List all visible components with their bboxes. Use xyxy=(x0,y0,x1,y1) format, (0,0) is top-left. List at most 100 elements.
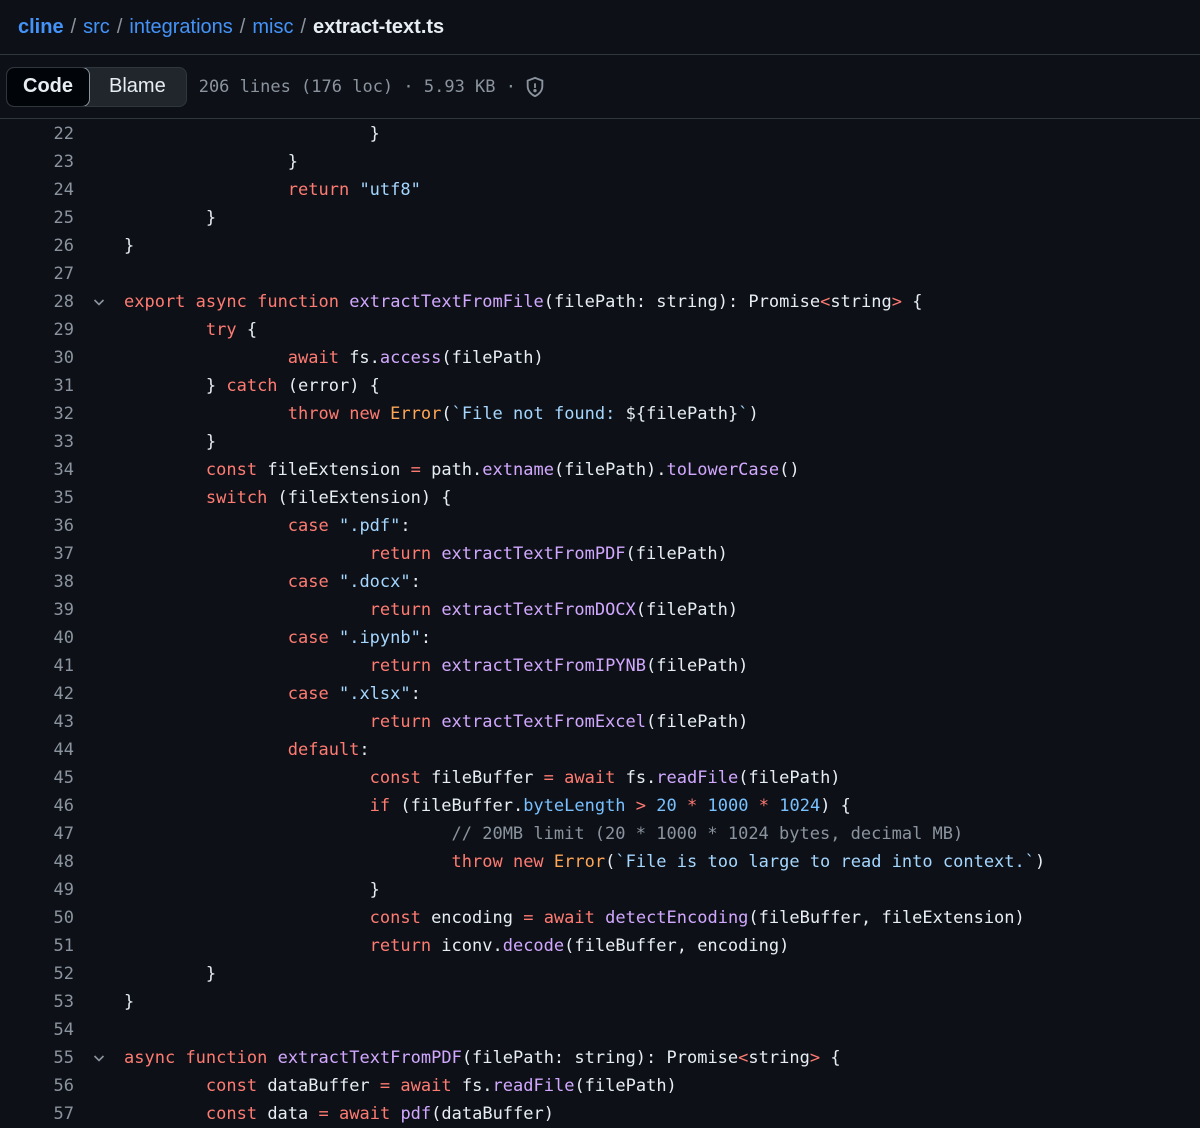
line-number[interactable]: 52 xyxy=(0,964,74,984)
code-text: const data = await pdf(dataBuffer) xyxy=(124,1104,554,1124)
line-number[interactable]: 33 xyxy=(0,432,74,452)
code-token: await xyxy=(400,1076,452,1096)
code-token: await xyxy=(287,348,339,368)
code-token: Error xyxy=(553,852,606,872)
code-line: 36 case ".pdf": xyxy=(0,512,1200,540)
code-token: const xyxy=(369,768,421,788)
line-number[interactable]: 51 xyxy=(0,936,74,956)
code-text: try { xyxy=(124,320,257,340)
code-tab-button[interactable]: Code xyxy=(6,67,90,106)
line-number[interactable]: 35 xyxy=(0,488,74,508)
code-token: ( xyxy=(441,404,452,424)
fold-toggle[interactable] xyxy=(74,294,124,310)
line-number[interactable]: 57 xyxy=(0,1104,74,1124)
breadcrumb-repo-link[interactable]: cline xyxy=(18,16,64,39)
line-number[interactable]: 42 xyxy=(0,684,74,704)
code-token: fileExtension xyxy=(257,460,411,480)
code-text: } xyxy=(124,964,216,984)
line-number[interactable]: 40 xyxy=(0,628,74,648)
code-text: } xyxy=(124,432,216,452)
code-token: (filePath). xyxy=(553,460,667,480)
line-number[interactable]: 46 xyxy=(0,796,74,816)
code-token: pdf xyxy=(400,1104,432,1124)
code-token: (dataBuffer) xyxy=(431,1104,554,1124)
line-number[interactable]: 31 xyxy=(0,376,74,396)
code-line: 34 const fileExtension = path.extname(fi… xyxy=(0,456,1200,484)
breadcrumb-src-link[interactable]: src xyxy=(83,16,110,39)
code-line: 33 } xyxy=(0,428,1200,456)
code-text: } xyxy=(124,992,134,1012)
line-number[interactable]: 34 xyxy=(0,460,74,480)
code-token: return xyxy=(369,936,432,956)
code-line: 56 const dataBuffer = await fs.readFile(… xyxy=(0,1072,1200,1100)
code-text: // 20MB limit (20 * 1000 * 1024 bytes, d… xyxy=(124,824,964,844)
line-number[interactable]: 29 xyxy=(0,320,74,340)
fold-toggle[interactable] xyxy=(74,1050,124,1066)
code-line: 52 } xyxy=(0,960,1200,988)
code-token: ".xlsx" xyxy=(338,684,411,704)
line-number[interactable]: 24 xyxy=(0,180,74,200)
line-number[interactable]: 26 xyxy=(0,236,74,256)
line-number[interactable]: 39 xyxy=(0,600,74,620)
blame-tab-button[interactable]: Blame xyxy=(89,68,186,106)
breadcrumb-misc-link[interactable]: misc xyxy=(252,16,293,39)
code-token: switch xyxy=(205,488,268,508)
line-number[interactable]: 23 xyxy=(0,152,74,172)
breadcrumb-integrations-link[interactable]: integrations xyxy=(129,16,232,39)
line-number[interactable]: 44 xyxy=(0,740,74,760)
line-number[interactable]: 54 xyxy=(0,1020,74,1040)
line-number[interactable]: 22 xyxy=(0,124,74,144)
code-text: export async function extractTextFromFil… xyxy=(124,292,922,312)
shield-icon[interactable] xyxy=(524,76,546,98)
code-token: ${filePath} xyxy=(625,404,739,424)
code-line: 48 throw new Error(`File is too large to… xyxy=(0,848,1200,876)
code-token: toLowerCase xyxy=(666,460,780,480)
line-number[interactable]: 45 xyxy=(0,768,74,788)
code-text: return iconv.decode(fileBuffer, encoding… xyxy=(124,936,790,956)
line-number[interactable]: 27 xyxy=(0,264,74,284)
code-line: 49 } xyxy=(0,876,1200,904)
line-number[interactable]: 50 xyxy=(0,908,74,928)
line-number[interactable]: 37 xyxy=(0,544,74,564)
line-number[interactable]: 49 xyxy=(0,880,74,900)
code-line: 42 case ".xlsx": xyxy=(0,680,1200,708)
line-number[interactable]: 48 xyxy=(0,852,74,872)
line-number[interactable]: 41 xyxy=(0,656,74,676)
line-number[interactable]: 28 xyxy=(0,292,74,312)
line-number[interactable]: 38 xyxy=(0,572,74,592)
line-number[interactable]: 56 xyxy=(0,1076,74,1096)
line-number[interactable]: 43 xyxy=(0,712,74,732)
line-number[interactable]: 47 xyxy=(0,824,74,844)
code-text: if (fileBuffer.byteLength > 20 * 1000 * … xyxy=(124,796,851,816)
code-token: if xyxy=(369,796,391,816)
code-text: const encoding = await detectEncoding(fi… xyxy=(124,908,1025,928)
code-text: case ".pdf": xyxy=(124,516,411,536)
code-token: (fileBuffer, fileExtension) xyxy=(748,908,1025,928)
line-number[interactable]: 25 xyxy=(0,208,74,228)
code-line: 47 // 20MB limit (20 * 1000 * 1024 bytes… xyxy=(0,820,1200,848)
code-token: (filePath: string): Promise xyxy=(461,1048,739,1068)
code-token: detectEncoding xyxy=(605,908,749,928)
code-token: = xyxy=(523,908,534,928)
line-number[interactable]: 55 xyxy=(0,1048,74,1068)
line-number[interactable]: 32 xyxy=(0,404,74,424)
code-token: (filePath) xyxy=(574,1076,677,1096)
line-number[interactable]: 36 xyxy=(0,516,74,536)
line-number[interactable]: 53 xyxy=(0,992,74,1012)
line-number[interactable]: 30 xyxy=(0,348,74,368)
code-line: 38 case ".docx": xyxy=(0,568,1200,596)
